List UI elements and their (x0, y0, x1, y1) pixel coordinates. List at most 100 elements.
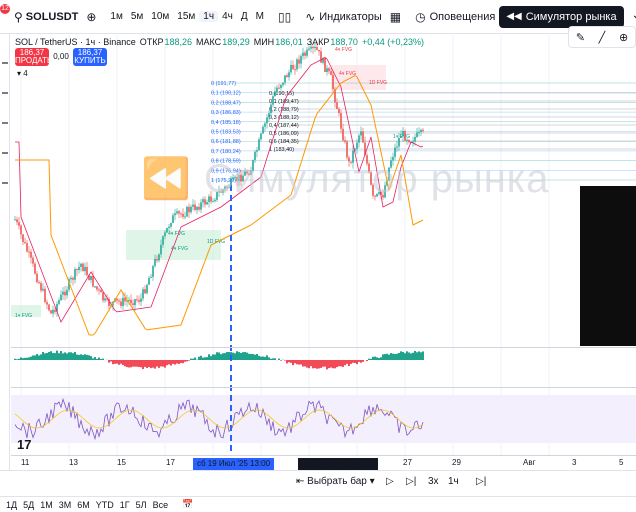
candle-body (320, 51, 322, 63)
histogram-bar (30, 356, 32, 360)
candle-body (62, 291, 64, 295)
histogram-bar (344, 360, 346, 366)
candle-body (136, 299, 138, 301)
timeframe-day[interactable]: Д (237, 11, 252, 22)
histogram-bar (48, 352, 50, 360)
candle-body (102, 292, 104, 301)
histogram-bar (346, 360, 348, 364)
chart-area[interactable]: 4ч FVG 4ч FVG 1ч FVG 4ч FVG 4ч FVG 1D FVG 1D F… (11, 35, 636, 455)
histogram-bar (406, 351, 408, 360)
jump-end-icon: ▷| (476, 476, 487, 487)
candle-body (76, 269, 78, 271)
candle-body (360, 131, 362, 136)
range-6m[interactable]: 6М (77, 500, 90, 510)
range-5y[interactable]: 5Л (136, 500, 147, 510)
symbol-search[interactable]: ⚲ SOLUSDT (10, 4, 82, 30)
range-all[interactable]: Все (153, 500, 169, 510)
select-bar-button[interactable]: ⇤ Выбрать бар ▾ (296, 476, 375, 487)
time-axis[interactable]: 11 13 15 17 сб 19 Июл '25 13:00 чт 24 Ию… (11, 455, 636, 471)
close-icon[interactable]: ⊕ (619, 31, 628, 44)
candle-body (190, 206, 192, 213)
tool-stub[interactable] (2, 152, 8, 154)
alerts-button[interactable]: ◷ Оповещения (411, 4, 499, 30)
range-1m[interactable]: 1М (40, 500, 53, 510)
candle-body (408, 139, 410, 143)
replay-interval-button[interactable]: 1ч (448, 476, 459, 487)
candle-body (146, 284, 148, 294)
compare-button[interactable]: ⊕ (82, 4, 100, 30)
candle-body (362, 131, 364, 143)
histogram-bar (372, 356, 374, 360)
candle-body (148, 277, 150, 285)
notification-badge[interactable]: 12 (0, 4, 10, 14)
histogram-bar (404, 353, 406, 360)
timeframe-1m[interactable]: 1м (106, 11, 126, 22)
buy-button[interactable]: 186,37 КУПИТЬ (73, 48, 107, 66)
histogram-bar (94, 357, 96, 360)
histogram-bar (238, 352, 240, 360)
timeframe-15m[interactable]: 15м (173, 11, 199, 22)
step-forward-button[interactable]: ▷| (406, 476, 416, 487)
pen-icon[interactable]: ✎ (576, 31, 585, 44)
candle-body (340, 113, 342, 129)
rewind-icon: ⏪ (141, 157, 192, 201)
timeframe-10m[interactable]: 10м (147, 11, 173, 22)
indicators-button[interactable]: ∿ Индикаторы (301, 4, 386, 30)
tradingview-logo[interactable]: 17 (17, 437, 31, 452)
timeframe-month[interactable]: М (252, 11, 268, 22)
timeframe-1h[interactable]: 1ч (199, 11, 219, 22)
candle-body (328, 68, 330, 72)
histogram-bar (202, 357, 204, 360)
range-5d[interactable]: 5Д (23, 500, 34, 510)
histogram-bar (384, 354, 386, 360)
trend-line-icon[interactable]: ╱ (599, 31, 606, 44)
range-3m[interactable]: 3М (59, 500, 72, 510)
timeframe-5m[interactable]: 5м (127, 11, 147, 22)
legend-title[interactable]: SOL / TetherUS · 1ч · Binance (15, 37, 136, 47)
histogram-bar (332, 360, 334, 369)
sell-button[interactable]: 186,37 ПРОДАТЬ (15, 48, 52, 66)
candle-body (14, 219, 16, 221)
histogram-bar (206, 357, 208, 360)
histogram-bar (394, 354, 396, 360)
replay-button[interactable]: ◀◀ Симулятор рынка (499, 5, 624, 28)
play-button[interactable]: ▷ (386, 476, 394, 487)
histogram-bar (320, 360, 322, 368)
tool-stub[interactable] (2, 62, 8, 64)
histogram-bar (72, 353, 74, 360)
histogram-bar (398, 352, 400, 360)
pane-separator[interactable] (11, 347, 636, 348)
histogram-bar (78, 354, 80, 360)
range-ytd[interactable]: YTD (96, 500, 114, 510)
candle-body (42, 288, 44, 291)
histogram-bar (256, 354, 258, 360)
jump-to-realtime-button[interactable]: ▷| (476, 476, 486, 487)
histogram-bar (360, 360, 362, 363)
candle-body (198, 206, 200, 210)
histogram-bar (122, 360, 124, 366)
histogram-bar (422, 351, 424, 360)
time-tick: 17 (166, 458, 175, 467)
histogram-bar (292, 360, 294, 366)
time-tick: 29 (452, 458, 461, 467)
indicators-collapse-toggle[interactable]: ▾ 4 (17, 69, 28, 78)
histogram-bar (182, 360, 184, 364)
speed-button[interactable]: 3х (428, 476, 439, 487)
candle-body (284, 75, 286, 83)
candle-body (158, 254, 160, 261)
tool-stub[interactable] (2, 122, 8, 124)
range-1d[interactable]: 1Д (6, 500, 17, 510)
layouts-button[interactable]: ▦ (386, 4, 405, 30)
date-range-icon[interactable]: 📅 (182, 499, 193, 510)
tool-stub[interactable] (2, 182, 8, 184)
histogram-bar (336, 360, 338, 368)
pane-separator[interactable] (11, 387, 636, 388)
range-1y[interactable]: 1Г (120, 500, 130, 510)
candle-body (20, 225, 22, 235)
candle-body (46, 302, 48, 305)
chart-type-button[interactable]: ▯▯ (274, 4, 295, 30)
timeframe-4h[interactable]: 4ч (218, 11, 237, 22)
tool-stub[interactable] (2, 92, 8, 94)
candle-body (130, 299, 132, 304)
candle-body (16, 219, 18, 223)
